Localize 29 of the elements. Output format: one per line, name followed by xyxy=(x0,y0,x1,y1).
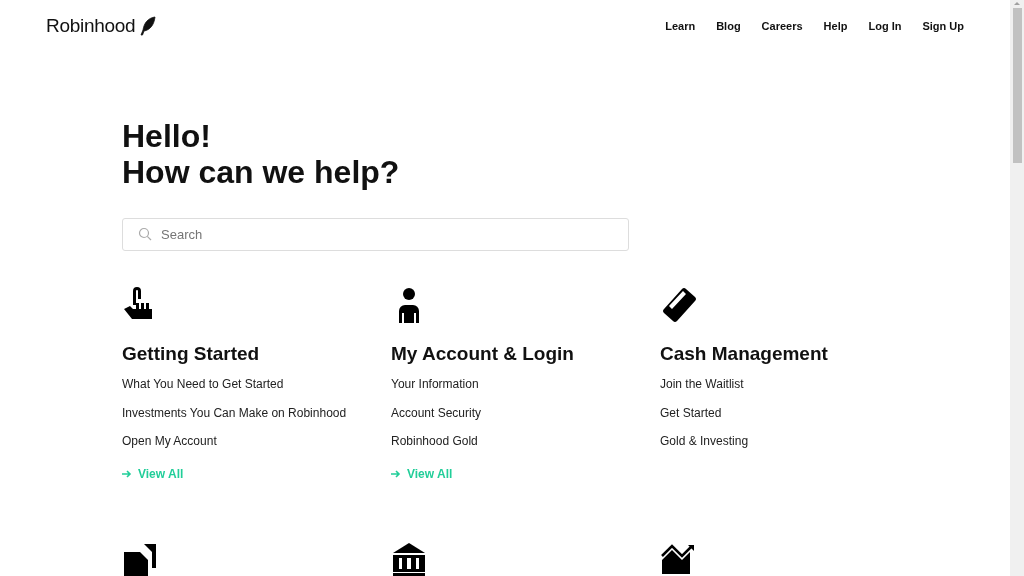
article-link[interactable]: Your Information xyxy=(391,376,660,392)
section-heading: Cash Management xyxy=(660,342,829,366)
article-link[interactable]: Get Started xyxy=(660,404,929,421)
article-link[interactable]: Join the Waitlist xyxy=(660,376,929,392)
article-link[interactable]: Account Security xyxy=(391,404,660,421)
article-link[interactable]: What You Need to Get Started xyxy=(122,376,391,392)
section-heading: My Account & Login xyxy=(391,342,575,366)
section-heading: Getting Started xyxy=(122,342,261,366)
arrow-icon xyxy=(122,468,132,479)
nav-link[interactable]: Help xyxy=(823,17,848,35)
article-link[interactable]: Robinhood Gold xyxy=(391,433,660,449)
article-link[interactable]: Investments You Can Make on Robinhood xyxy=(122,404,391,421)
bank-icon xyxy=(391,541,427,576)
feather-icon xyxy=(139,16,158,36)
page-heading: Hello! How can we help? xyxy=(122,118,401,190)
article-link[interactable]: Open My Account xyxy=(122,433,391,449)
scrollbar-thumb[interactable] xyxy=(1012,8,1022,163)
nav-link[interactable]: Sign Up xyxy=(922,17,964,35)
nav-link[interactable]: Log In xyxy=(868,17,902,35)
credit-card-icon xyxy=(660,287,696,323)
arrow-icon xyxy=(391,468,401,479)
nav-link[interactable]: Careers xyxy=(761,17,803,35)
documents-icon xyxy=(122,541,158,576)
scroll-up-icon[interactable] xyxy=(1013,0,1021,6)
search-field[interactable]: Search xyxy=(122,218,629,251)
nav-link[interactable]: Learn xyxy=(665,17,696,35)
logo-text[interactable]: Robinhood xyxy=(46,11,136,41)
article-link[interactable]: Gold & Investing xyxy=(660,433,929,449)
nav-link[interactable]: Blog xyxy=(716,17,741,35)
